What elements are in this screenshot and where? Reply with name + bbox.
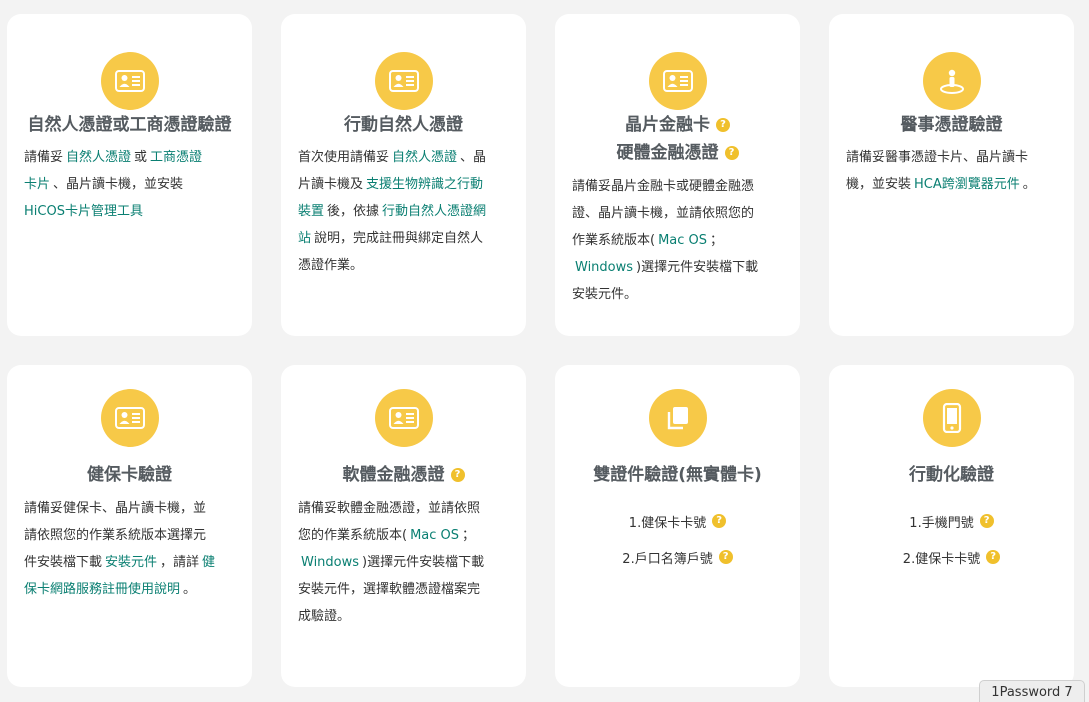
help-icon[interactable]: ?: [986, 550, 1001, 564]
health-card-guide-link[interactable]: 健: [199, 555, 218, 570]
install-component-link[interactable]: 安裝元件: [102, 555, 160, 570]
password-manager-badge[interactable]: 1Password 7: [979, 680, 1085, 702]
id-card-icon: [101, 52, 159, 110]
help-icon[interactable]: ?: [979, 514, 994, 528]
windows-link[interactable]: Windows: [298, 555, 362, 570]
citizen-cert-link[interactable]: 自然人憑證: [63, 150, 134, 165]
business-cert-link-cont[interactable]: 卡片: [24, 177, 53, 192]
help-icon[interactable]: ?: [712, 514, 727, 528]
title-line-software-cert: 軟體金融憑證?: [281, 461, 526, 489]
card-title: 軟體金融憑證?: [281, 461, 526, 489]
card-title: 醫事憑證驗證: [900, 115, 1003, 135]
card-description: 請備妥晶片金融卡或硬體金融憑 證、晶片讀卡機，並請依照您的 作業系統版本(Mac…: [572, 179, 759, 302]
help-icon[interactable]: ?: [724, 146, 739, 160]
card-description: 首次使用請備妥 自然人憑證 、晶 片讀卡機及 支援生物辨識之行動 裝置 後，依據 行動自然…: [298, 144, 513, 279]
title-line-hardware-cert: 硬體金融憑證?: [555, 139, 800, 167]
card-title: 自然人憑證或工商憑證驗證: [27, 115, 232, 135]
card-title: 健保卡驗證: [87, 465, 172, 485]
mobile-cert-site-link[interactable]: 行動自然人憑證網: [379, 204, 489, 219]
list-item: 2.健保卡卡號?: [829, 539, 1074, 575]
list-item: 1.手機門號?: [829, 503, 1074, 539]
card-title: 行動化驗證: [909, 465, 994, 485]
card-mobile-verification[interactable]: 行動化驗證 1.手機門號? 2.健保卡卡號?: [829, 365, 1074, 687]
mobile-phone-icon: [923, 389, 981, 447]
windows-link[interactable]: Windows: [572, 260, 636, 275]
card-description: 請備妥醫事憑證卡片、晶片讀卡 機，並安裝 HCA跨瀏覽器元件。: [846, 150, 1036, 192]
list-item: 1.健保卡卡號?: [555, 503, 800, 539]
mobile-cert-site-link-cont[interactable]: 站: [298, 231, 314, 246]
mac-os-link[interactable]: Mac OS: [407, 528, 462, 543]
card-health-insurance[interactable]: 健保卡驗證 請備妥健保卡、晶片讀卡機，並 請依照您的作業系統版本選擇元 件安裝檔…: [7, 365, 252, 687]
biometric-device-link-cont[interactable]: 裝置: [298, 204, 327, 219]
requirement-list: 1.健保卡卡號? 2.戶口名簿戶號?: [555, 503, 800, 575]
card-medical-certificate[interactable]: 醫事憑證驗證 請備妥醫事憑證卡片、晶片讀卡 機，並安裝 HCA跨瀏覽器元件。: [829, 14, 1074, 336]
title-line-chip-card: 晶片金融卡?: [555, 111, 800, 139]
help-icon[interactable]: ?: [716, 118, 730, 132]
help-icon[interactable]: ?: [718, 550, 733, 564]
card-mobile-citizen-certificate[interactable]: 行動自然人憑證 首次使用請備妥 自然人憑證 、晶 片讀卡機及 支援生物辨識之行動 裝置…: [281, 14, 526, 336]
card-title: 行動自然人憑證: [344, 115, 463, 135]
card-citizen-certificate[interactable]: 自然人憑證或工商憑證驗證 請備妥 自然人憑證或工商憑證 卡片 、晶片讀卡機，並安裝 …: [7, 14, 252, 336]
requirement-list: 1.手機門號? 2.健保卡卡號?: [829, 503, 1074, 575]
id-card-icon: [649, 52, 707, 110]
id-card-icon: [101, 389, 159, 447]
card-dual-id[interactable]: 雙證件驗證(無實體卡) 1.健保卡卡號? 2.戶口名簿戶號?: [555, 365, 800, 687]
citizen-cert-link[interactable]: 自然人憑證: [389, 150, 460, 165]
help-icon[interactable]: ?: [450, 468, 465, 482]
id-card-icon: [375, 389, 433, 447]
hicos-tool-link[interactable]: HiCOS卡片管理工具: [24, 204, 146, 219]
card-description: 請備妥軟體金融憑證，並請依照 您的作業系統版本(Mac OS； Windows)…: [298, 501, 485, 624]
copy-icon: [649, 389, 707, 447]
person-pin-icon: [923, 52, 981, 110]
hca-component-link[interactable]: HCA跨瀏覽器元件: [911, 177, 1023, 192]
id-card-icon: [375, 52, 433, 110]
business-cert-link[interactable]: 工商憑證: [147, 150, 205, 165]
card-title: 雙證件驗證(無實體卡): [593, 465, 762, 485]
health-card-guide-link-cont[interactable]: 保卡網路服務註冊使用說明: [24, 582, 183, 597]
card-title: 晶片金融卡? 硬體金融憑證?: [555, 111, 800, 167]
biometric-device-link[interactable]: 支援生物辨識之行動: [363, 177, 486, 192]
list-item: 2.戶口名簿戶號?: [555, 539, 800, 575]
mac-os-link[interactable]: Mac OS: [655, 233, 710, 248]
card-description: 請備妥 自然人憑證或工商憑證 卡片 、晶片讀卡機，並安裝 HiCOS卡片管理工具: [24, 144, 239, 225]
card-chip-financial-card[interactable]: 晶片金融卡? 硬體金融憑證? 請備妥晶片金融卡或硬體金融憑 證、晶片讀卡機，並請…: [555, 14, 800, 336]
card-software-financial-cert[interactable]: 軟體金融憑證? 請備妥軟體金融憑證，並請依照 您的作業系統版本(Mac OS； …: [281, 365, 526, 687]
card-description: 請備妥健保卡、晶片讀卡機，並 請依照您的作業系統版本選擇元 件安裝檔下載 安裝元件…: [24, 495, 239, 603]
